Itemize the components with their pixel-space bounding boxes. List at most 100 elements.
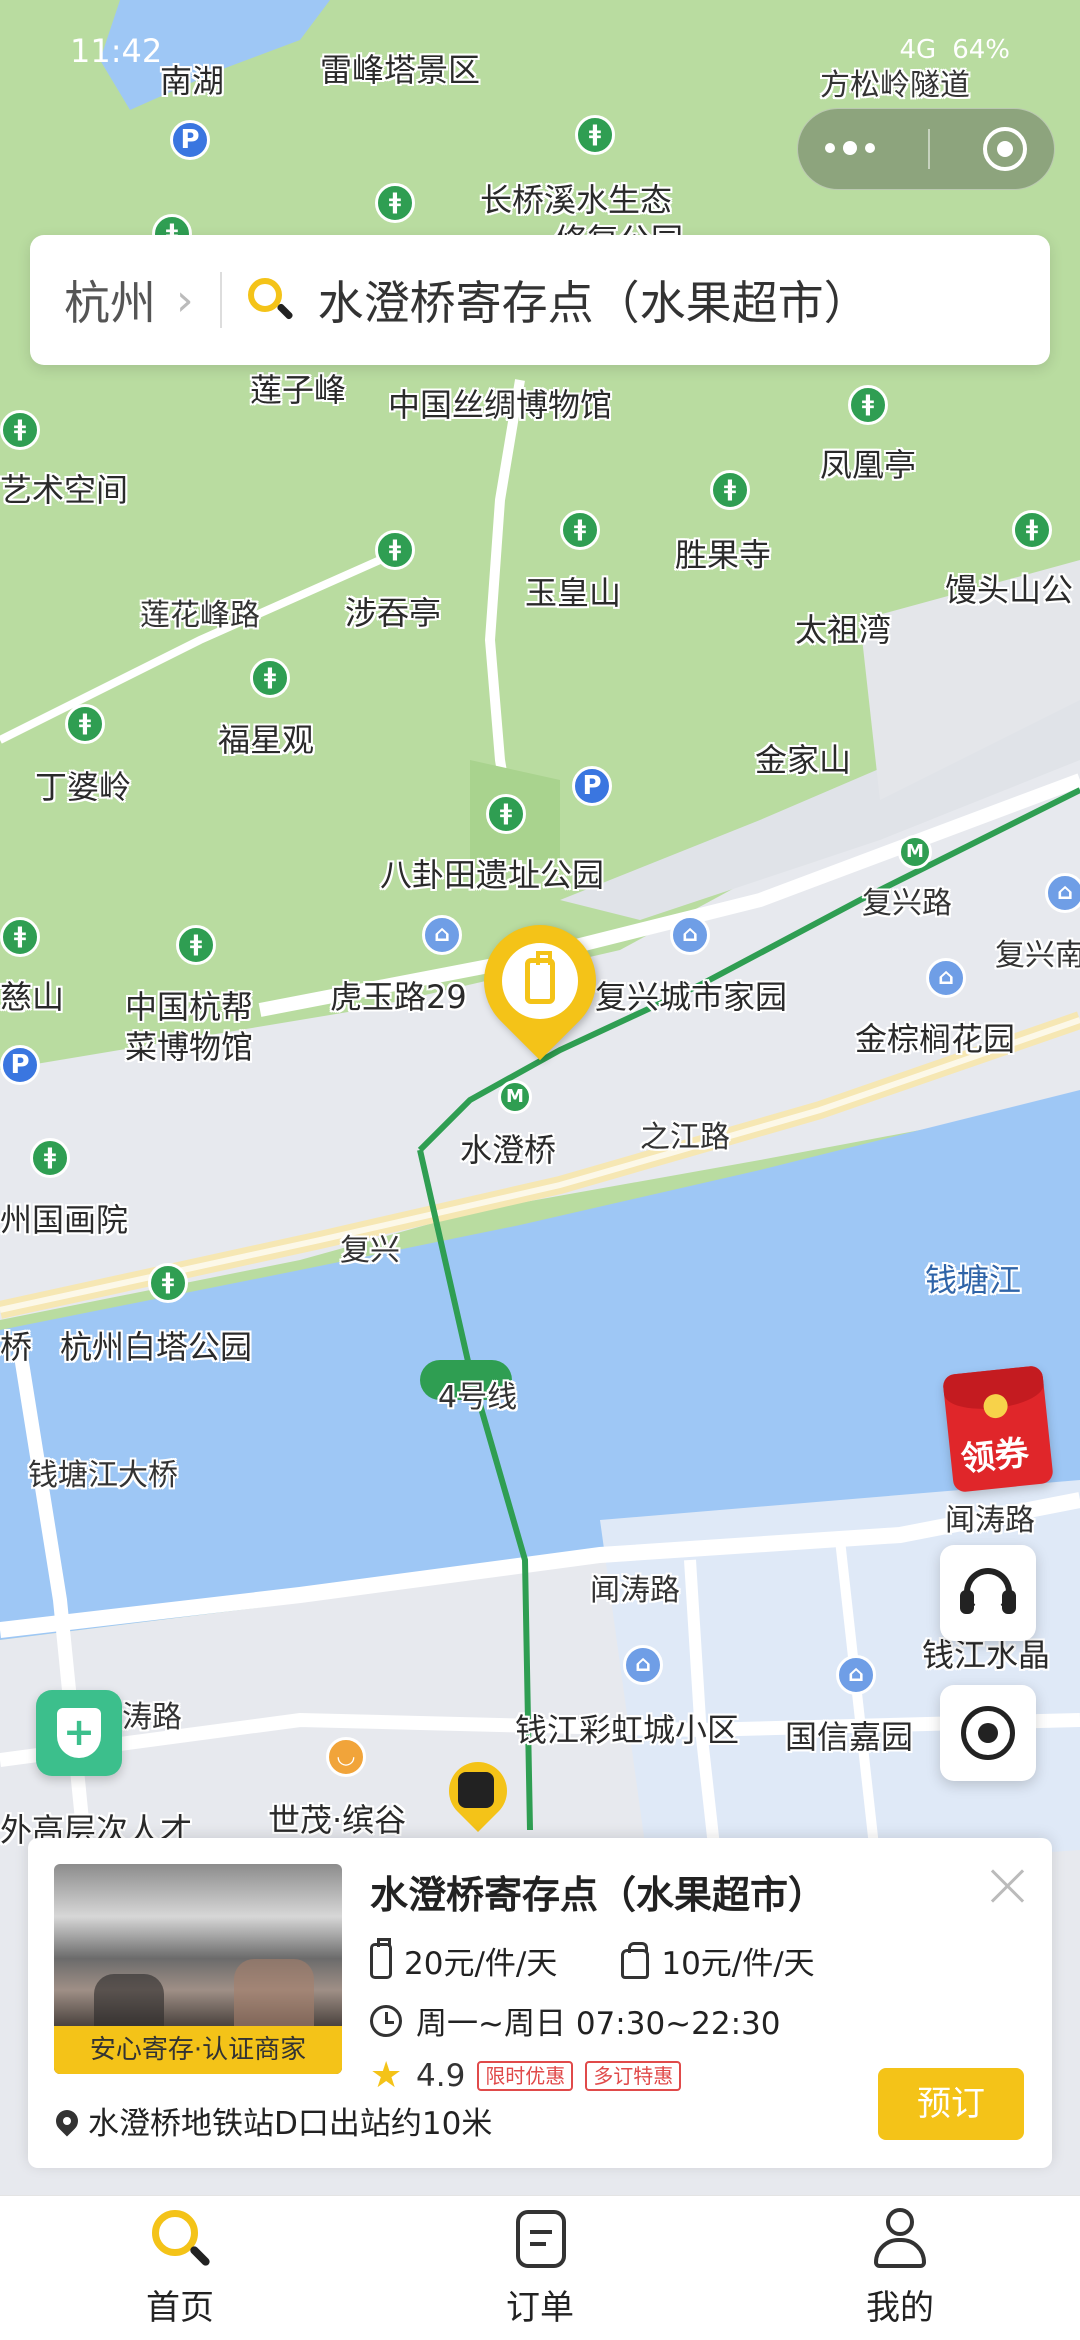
map-label: 虎玉路29 (330, 978, 467, 1016)
parking-icon: P (0, 1045, 40, 1085)
map-label: 杭州白塔公园 (60, 1328, 253, 1366)
map-label: 复兴路 (862, 886, 952, 921)
park-icon: ǂ (710, 470, 750, 510)
map-label: 钱塘江 (925, 1261, 1022, 1299)
map-label: 钱塘江大桥 (28, 1458, 178, 1493)
park-icon: ǂ (575, 115, 615, 155)
nav-me[interactable]: 我的 (800, 2207, 1000, 2329)
signal-indicator: 4G (899, 35, 937, 65)
parking-icon: P (572, 766, 612, 806)
headset-icon (960, 1568, 1016, 1618)
map-label: 州国画院 (0, 1201, 129, 1239)
bag-price: 10元/件/天 (661, 1946, 815, 1982)
coupon-button[interactable]: 领券 (942, 1365, 1058, 1493)
bag-icon (621, 1941, 650, 1979)
bottom-nav: 首页 订单 我的 (0, 2195, 1080, 2340)
map-label: 4号线 (438, 1380, 518, 1415)
coupon-label: 领券 (958, 1433, 1031, 1480)
park-icon: ǂ (375, 530, 415, 570)
store-name: 水澄桥寄存点（水果超市） (370, 1873, 827, 1917)
nav-home[interactable]: 首页 (80, 2208, 280, 2329)
storage-marker[interactable] (436, 1749, 520, 1846)
search-bar[interactable]: 杭州 › 水澄桥寄存点（水果超市） (30, 235, 1050, 365)
map-label: 胜果寺 (675, 536, 772, 574)
map-label: 福星观 (218, 721, 315, 759)
promo-tag: 限时优惠 (477, 2061, 574, 2091)
price-row: 20元/件/天 10元/件/天 (370, 1937, 855, 1983)
certified-badge: 安心寄存·认证商家 (54, 2026, 342, 2074)
nav-home-label: 首页 (146, 2287, 214, 2328)
map-label: 凤凰亭 (820, 446, 917, 484)
park-icon: ǂ (560, 510, 600, 550)
residence-icon: ⌂ (670, 915, 710, 955)
residence-icon: ⌂ (623, 1645, 663, 1685)
park-icon: ǂ (250, 658, 290, 698)
map-label: 八卦田遗址公园 (380, 856, 605, 894)
park-icon: ǂ (375, 183, 415, 223)
residence-icon: ⌂ (422, 915, 462, 955)
map-label: 复兴 (340, 1233, 400, 1268)
map-label: 艺术空间 (0, 471, 129, 509)
park-icon: ǂ (176, 925, 216, 965)
city-selector[interactable]: 杭州 › (30, 267, 194, 333)
metro-station-icon: M (898, 835, 932, 869)
status-bar: 11:42 4G 64% (0, 0, 1080, 100)
map-label: 水澄桥 (460, 1131, 557, 1169)
map-label: 莲花峰路 (140, 598, 260, 633)
book-button[interactable]: 预订 (878, 2068, 1024, 2140)
rating-value: 4.9 (416, 2058, 466, 2094)
nav-orders[interactable]: 订单 (440, 2208, 640, 2329)
map-label: 金家山 (755, 741, 852, 779)
search-icon (247, 278, 294, 322)
park-icon: ǂ (848, 385, 888, 425)
opening-hours: 周一~周日 07:30~22:30 (416, 2006, 781, 2042)
map-label: 玉皇山 (525, 574, 622, 612)
map-label: 馒头山公 (945, 571, 1074, 609)
residence-icon: ⌂ (926, 958, 966, 998)
park-icon: ǂ (148, 1263, 188, 1303)
map-label: 丁婆岭 (35, 768, 132, 806)
nav-orders-label: 订单 (506, 2287, 574, 2328)
map-label: 莲子峰 (250, 371, 347, 409)
park-icon: ǂ (30, 1138, 70, 1178)
search-input[interactable]: 水澄桥寄存点（水果超市） (318, 267, 870, 333)
map-label: 涛路 (122, 1700, 182, 1735)
rating-row: ★ 4.9 限时优惠 多订特惠 (370, 2058, 682, 2094)
luggage-icon (525, 951, 555, 1004)
shield-icon (57, 1708, 101, 1758)
residence-icon: ⌂ (1045, 873, 1080, 913)
map-label: 涉吞亭 (345, 594, 442, 632)
more-menu-icon[interactable] (824, 141, 875, 155)
nav-me-label: 我的 (866, 2287, 934, 2328)
park-icon: ǂ (65, 704, 105, 744)
map-label: 太祖湾 (795, 611, 892, 649)
map-label: 复兴城市家园 (595, 978, 788, 1016)
insurance-button[interactable] (36, 1690, 122, 1776)
profile-icon (868, 2207, 932, 2272)
chevron-right-icon: › (176, 274, 194, 326)
luggage-icon (370, 1937, 392, 1979)
locate-me-button[interactable] (940, 1685, 1036, 1781)
map-label: 桥 (0, 1328, 33, 1366)
map-label: 国信嘉园 (785, 1718, 914, 1756)
clock-icon (370, 2004, 402, 2037)
metro-station-icon: M (498, 1080, 532, 1114)
close-icon[interactable] (988, 1864, 1028, 1904)
parking-icon: P (170, 120, 210, 160)
map-label: 之江路 (640, 1120, 730, 1155)
selected-storage-marker[interactable] (460, 901, 620, 1085)
locate-icon (961, 1706, 1015, 1760)
map-label: 世茂·缤谷 (268, 1801, 407, 1839)
residence-icon: ⌂ (836, 1655, 876, 1695)
battery-level: 64% (952, 35, 1010, 65)
customer-service-button[interactable] (940, 1545, 1036, 1641)
map-label: 金棕榈花园 (855, 1020, 1016, 1058)
park-icon: ǂ (486, 794, 526, 834)
close-miniprogram-icon[interactable] (983, 127, 1028, 171)
store-info-card[interactable]: 安心寄存·认证商家 水澄桥寄存点（水果超市） 20元/件/天 10元/件/天 周… (28, 1838, 1052, 2168)
park-icon: ǂ (0, 917, 40, 957)
city-name: 杭州 (64, 276, 156, 330)
luggage-price: 20元/件/天 (404, 1946, 558, 1982)
store-address: 水澄桥地铁站D口出站约10米 (88, 2106, 493, 2142)
map-label: 中国丝绸博物馆 (388, 386, 613, 424)
